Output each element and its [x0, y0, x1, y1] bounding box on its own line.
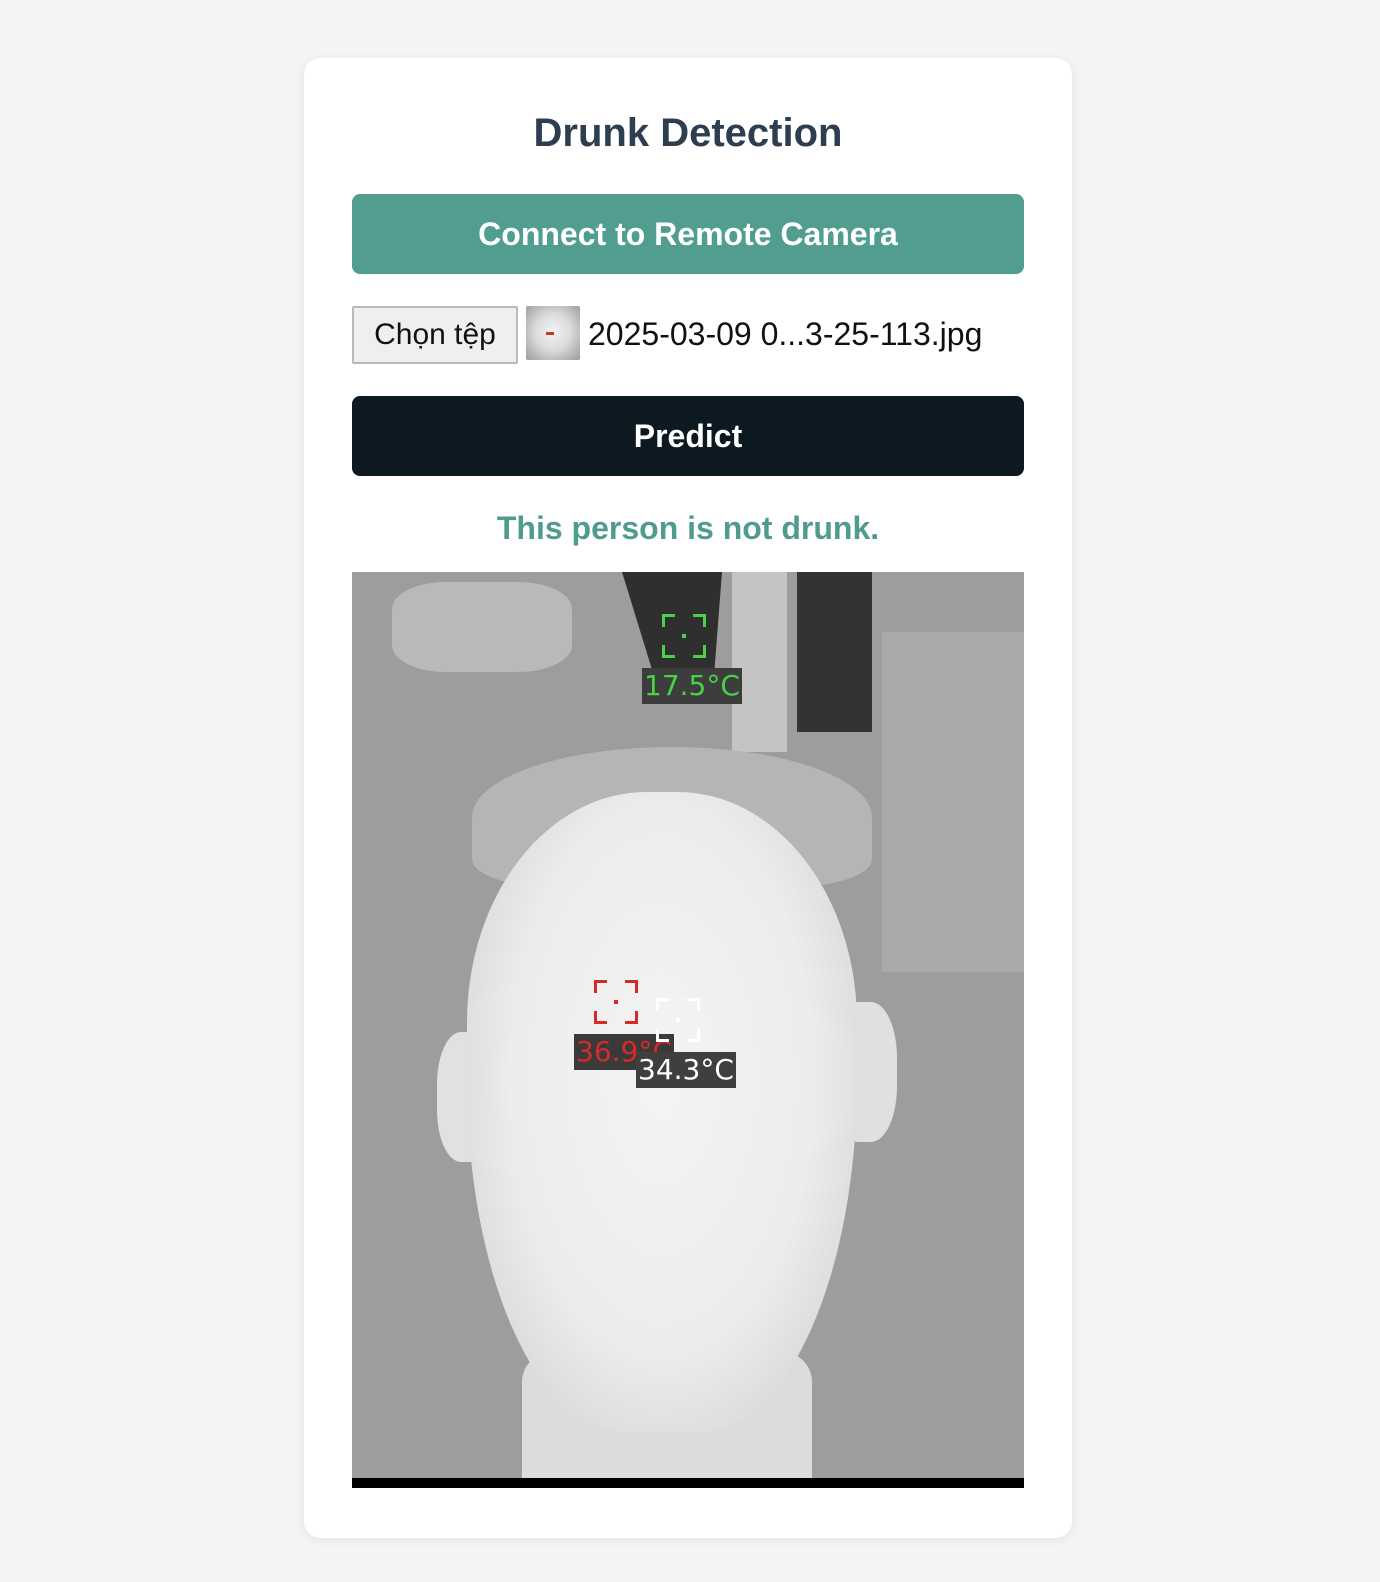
thermal-image: 17.5°C 36.9°C 34.3°C	[352, 572, 1024, 1478]
image-bottom-border	[352, 1478, 1024, 1488]
face-region	[467, 792, 857, 1432]
file-input-row: Chọn tệp 2025-03-09 0...3-25-113.jpg	[352, 306, 1024, 364]
temperature-label: 17.5°C	[642, 668, 742, 704]
predict-button[interactable]: Predict	[352, 396, 1024, 476]
crosshair-icon	[662, 614, 706, 658]
crosshair-icon	[656, 998, 700, 1042]
main-card: Drunk Detection Connect to Remote Camera…	[304, 58, 1072, 1538]
page-title: Drunk Detection	[533, 111, 843, 155]
choose-file-button[interactable]: Chọn tệp	[352, 306, 518, 364]
thermal-image-preview: 17.5°C 36.9°C 34.3°C	[352, 572, 1024, 1488]
file-thumbnail	[526, 306, 580, 360]
crosshair-icon	[594, 980, 638, 1024]
prediction-result: This person is not drunk.	[496, 510, 880, 546]
connect-camera-button[interactable]: Connect to Remote Camera	[352, 194, 1024, 274]
temperature-label: 34.3°C	[636, 1052, 736, 1088]
selected-file-name: 2025-03-09 0...3-25-113.jpg	[588, 316, 983, 352]
